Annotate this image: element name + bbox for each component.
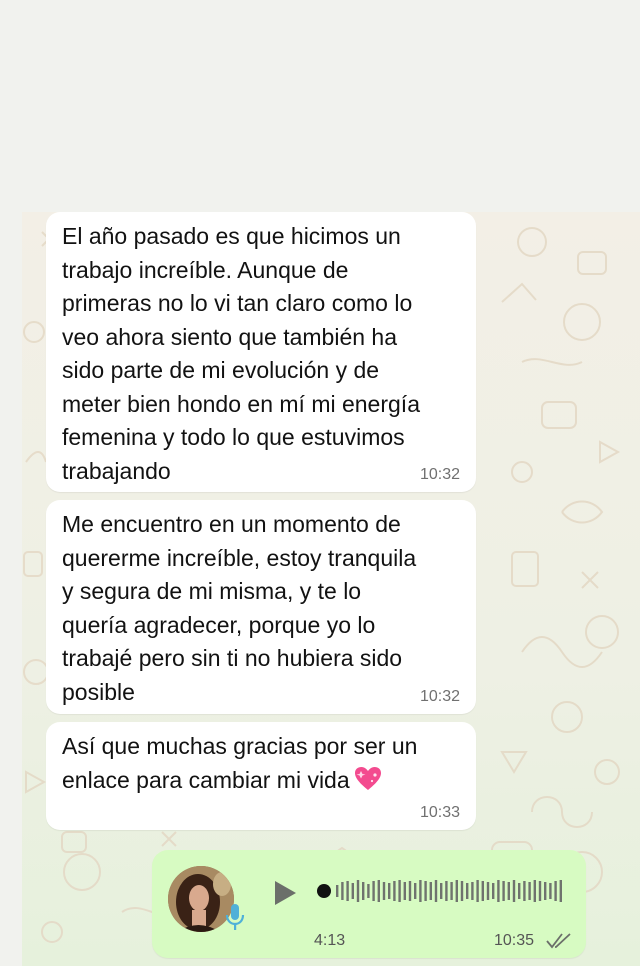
waveform-bar <box>466 883 469 899</box>
waveform-bar <box>481 881 484 901</box>
waveform-bar <box>382 882 386 900</box>
audio-waveform[interactable] <box>316 876 566 906</box>
waveform-bar <box>455 880 458 902</box>
waveform-bar <box>549 883 552 899</box>
waveform-bar <box>507 882 510 900</box>
waveform-bar <box>512 880 516 902</box>
waveform-bar <box>502 881 505 901</box>
waveform-bar <box>544 882 547 900</box>
waveform-bar <box>518 883 521 899</box>
waveform-bar <box>362 882 365 900</box>
message-text-with-emoji: Así que muchas gracias por ser un enlace… <box>62 730 458 797</box>
waveform-bar <box>388 883 391 899</box>
waveform-bar <box>492 883 495 899</box>
waveform-bar <box>554 881 557 901</box>
message-timestamp: 10:32 <box>419 466 460 483</box>
message-bubble-1[interactable]: El año pasado es que hicimos un trabajo … <box>46 212 476 492</box>
waveform-bar <box>476 880 479 902</box>
waveform-bar <box>434 880 438 902</box>
waveform-bar <box>528 882 531 900</box>
message-bubble-2[interactable]: Me encuentro en un momento de quererme i… <box>46 500 476 714</box>
waveform-bar <box>393 881 396 901</box>
sparkling-heart-emoji <box>354 766 381 790</box>
waveform-bar <box>471 882 474 900</box>
waveform-bar <box>533 880 536 902</box>
waveform-bar <box>460 881 464 901</box>
message-timestamp: 10:32 <box>419 688 460 705</box>
waveform-bar <box>486 882 490 900</box>
waveform-bar <box>559 880 562 902</box>
microphone-icon <box>225 904 245 930</box>
waveform-bar <box>336 885 339 897</box>
waveform-bar <box>424 881 427 901</box>
waveform-bar <box>341 882 344 900</box>
waveform-bar <box>414 883 417 899</box>
message-text: Me encuentro en un momento de quererme i… <box>62 511 417 705</box>
waveform-bar <box>356 880 360 902</box>
waveform-bar <box>419 880 422 902</box>
voice-note-bubble[interactable]: 4:13 10:35 <box>152 850 586 958</box>
waveform-bar <box>372 881 375 901</box>
message-timestamp: 10:35 <box>493 932 534 949</box>
message-timestamp: 10:33 <box>419 804 460 821</box>
voice-duration: 4:13 <box>314 932 346 949</box>
waveform-bar <box>497 880 500 902</box>
waveform-bar <box>403 882 406 900</box>
waveform-bar <box>440 883 443 899</box>
message-bubble-3[interactable]: Así que muchas gracias por ser un enlace… <box>46 722 476 830</box>
waveform-bar <box>538 881 542 901</box>
waveform-bar <box>398 880 401 902</box>
waveform-bar <box>351 883 354 899</box>
waveform-bar <box>429 882 432 900</box>
waveform-bar <box>377 880 380 902</box>
waveform-bar <box>523 881 526 901</box>
waveform-bar <box>346 881 349 901</box>
waveform-bar <box>367 884 370 898</box>
double-check-icon <box>546 933 571 949</box>
message-text: El año pasado es que hicimos un trabajo … <box>62 223 420 484</box>
waveform-bar <box>408 881 412 901</box>
waveform-bar <box>445 881 448 901</box>
play-icon[interactable] <box>270 878 300 908</box>
waveform-bar <box>450 882 453 900</box>
